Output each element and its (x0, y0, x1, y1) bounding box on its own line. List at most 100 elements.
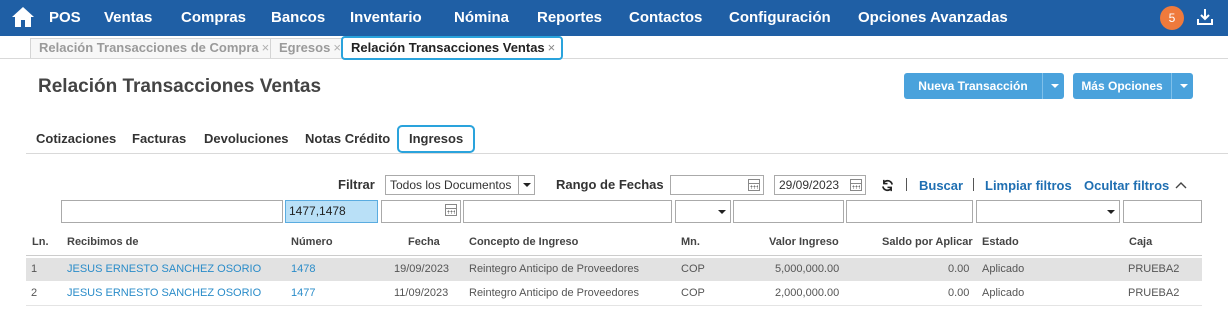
nav-configuracion[interactable]: Configuración (729, 0, 831, 36)
more-options-label: Más Opciones (1081, 79, 1163, 93)
concepto-filter-input[interactable] (463, 200, 672, 223)
doc-tab-label: Relación Transacciones Ventas (351, 40, 545, 55)
cell-concepto: Reintegro Anticipo de Proveedores (469, 263, 639, 275)
new-transaction-label: Nueva Transacción (918, 79, 1028, 93)
subtab-facturas[interactable]: Facturas (132, 131, 186, 146)
subtab-devoluciones[interactable]: Devoluciones (204, 131, 289, 146)
notification-badge[interactable]: 5 (1160, 6, 1184, 30)
cell-caja: PRUEBA2 (1128, 263, 1180, 275)
cell-fecha: 19/09/2023 (394, 263, 450, 275)
search-link[interactable]: Buscar (919, 178, 963, 193)
calendar-icon[interactable] (850, 179, 862, 191)
estado-filter-select[interactable] (976, 200, 1120, 223)
doc-tab-egresos[interactable]: Egresos × (270, 38, 348, 58)
chevron-down-icon (714, 201, 730, 222)
document-filter-value: Todos los Documentos (390, 178, 512, 192)
column-header-caja[interactable]: Caja (1129, 236, 1152, 248)
recibimos-de-filter-input[interactable] (61, 200, 283, 223)
moneda-filter-select[interactable] (675, 200, 731, 223)
chevron-down-icon[interactable] (1042, 73, 1064, 99)
nav-inventario[interactable]: Inventario (350, 0, 422, 36)
nav-opciones-avanzadas[interactable]: Opciones Avanzadas (858, 0, 1008, 36)
column-header-fecha[interactable]: Fecha (408, 236, 440, 248)
nav-ventas[interactable]: Ventas (104, 0, 152, 36)
nav-contactos[interactable]: Contactos (629, 0, 702, 36)
filter-label: Filtrar (338, 177, 375, 192)
cell-saldo: 0.00 (948, 263, 970, 275)
date-to-value: 29/09/2023 (779, 178, 840, 192)
cell-valor-ingreso: 2,000,000.00 (775, 287, 840, 299)
date-range-label: Rango de Fechas (556, 177, 664, 192)
subtab-cotizaciones[interactable]: Cotizaciones (36, 131, 116, 146)
nav-pos[interactable]: POS (49, 0, 81, 36)
cell-numero[interactable]: 1477 (291, 287, 315, 299)
cell-numero[interactable]: 1478 (291, 263, 315, 275)
valor-filter-input[interactable] (733, 200, 844, 223)
page-title: Relación Transacciones Ventas (38, 76, 322, 97)
close-icon[interactable]: × (548, 40, 556, 55)
table-row[interactable]: 2 JESUS ERNESTO SANCHEZ OSORIO 1477 11/0… (26, 282, 1202, 305)
fecha-filter-input[interactable] (381, 200, 461, 223)
divider (973, 178, 974, 191)
column-header-ln[interactable]: Ln. (32, 236, 49, 248)
cell-moneda: COP (681, 287, 705, 299)
divider (906, 178, 907, 191)
column-header-valor-ingreso[interactable]: Valor Ingreso (769, 236, 839, 248)
column-header-recibimos-de[interactable]: Recibimos de (67, 236, 139, 248)
cell-ln: 1 (31, 263, 38, 275)
cell-recibimos-de[interactable]: JESUS ERNESTO SANCHEZ OSORIO (67, 287, 261, 299)
column-header-saldo[interactable]: Saldo por Aplicar (882, 236, 973, 248)
doc-tab-label: Relación Transacciones de Compra (39, 40, 259, 55)
doc-tab-compras[interactable]: Relación Transacciones de Compra × (30, 38, 277, 58)
nav-nomina[interactable]: Nómina (454, 0, 509, 36)
date-from-input[interactable] (670, 175, 764, 195)
table-header: Ln. Recibimos de Número Fecha Concepto d… (26, 231, 1202, 256)
hide-filters-link[interactable]: Ocultar filtros (1084, 178, 1169, 193)
chevron-down-icon (1103, 201, 1119, 222)
refresh-icon[interactable] (881, 179, 894, 192)
nav-compras[interactable]: Compras (181, 0, 246, 36)
column-header-numero[interactable]: Número (291, 236, 333, 248)
chevron-down-icon (518, 176, 534, 194)
chevron-down-icon[interactable] (1171, 73, 1193, 99)
more-options-button[interactable]: Más Opciones (1073, 73, 1193, 99)
document-filter-select[interactable]: Todos los Documentos (385, 175, 535, 195)
calendar-icon[interactable] (748, 179, 760, 191)
close-icon[interactable]: × (262, 40, 270, 55)
new-transaction-button[interactable]: Nueva Transacción (904, 73, 1064, 99)
caja-filter-input[interactable] (1123, 200, 1202, 223)
home-icon[interactable] (11, 6, 35, 28)
column-header-moneda[interactable]: Mn. (681, 236, 700, 248)
clear-filters-link[interactable]: Limpiar filtros (985, 178, 1072, 193)
table-bottom-border (26, 305, 1202, 306)
cell-caja: PRUEBA2 (1128, 287, 1180, 299)
doc-tab-label: Egresos (279, 40, 331, 55)
subtab-notas-credito[interactable]: Notas Crédito (305, 131, 390, 146)
cell-estado: Aplicado (982, 287, 1025, 299)
saldo-filter-input[interactable] (846, 200, 973, 223)
nav-bancos[interactable]: Bancos (271, 0, 325, 36)
download-icon[interactable] (1196, 8, 1214, 26)
close-icon[interactable]: × (333, 40, 341, 55)
table-row[interactable]: 1 JESUS ERNESTO SANCHEZ OSORIO 1478 19/0… (26, 258, 1202, 281)
cell-estado: Aplicado (982, 263, 1025, 275)
cell-ln: 2 (31, 287, 38, 299)
doc-tab-ventas[interactable]: Relación Transacciones Ventas × (341, 36, 564, 60)
subtabs-divider (26, 153, 1228, 154)
cell-valor-ingreso: 5,000,000.00 (775, 263, 840, 275)
numero-filter-value: 1477,1478 (289, 204, 346, 218)
cell-recibimos-de[interactable]: JESUS ERNESTO SANCHEZ OSORIO (67, 263, 261, 275)
numero-filter-input[interactable]: 1477,1478 (285, 200, 378, 223)
cell-moneda: COP (681, 263, 705, 275)
document-tab-bar: Relación Transacciones de Compra × Egreso… (0, 36, 1228, 60)
calendar-icon[interactable] (445, 204, 457, 216)
date-to-input[interactable]: 29/09/2023 (774, 175, 866, 195)
nav-reportes[interactable]: Reportes (537, 0, 602, 36)
chevron-up-icon[interactable] (1175, 181, 1187, 189)
subtab-ingresos[interactable]: Ingresos (397, 125, 476, 153)
column-header-estado[interactable]: Estado (982, 236, 1019, 248)
column-header-concepto[interactable]: Concepto de Ingreso (469, 236, 578, 248)
cell-saldo: 0.00 (948, 287, 970, 299)
top-navbar: POS Ventas Compras Bancos Inventario Nóm… (0, 0, 1228, 36)
cell-concepto: Reintegro Anticipo de Proveedores (469, 287, 639, 299)
